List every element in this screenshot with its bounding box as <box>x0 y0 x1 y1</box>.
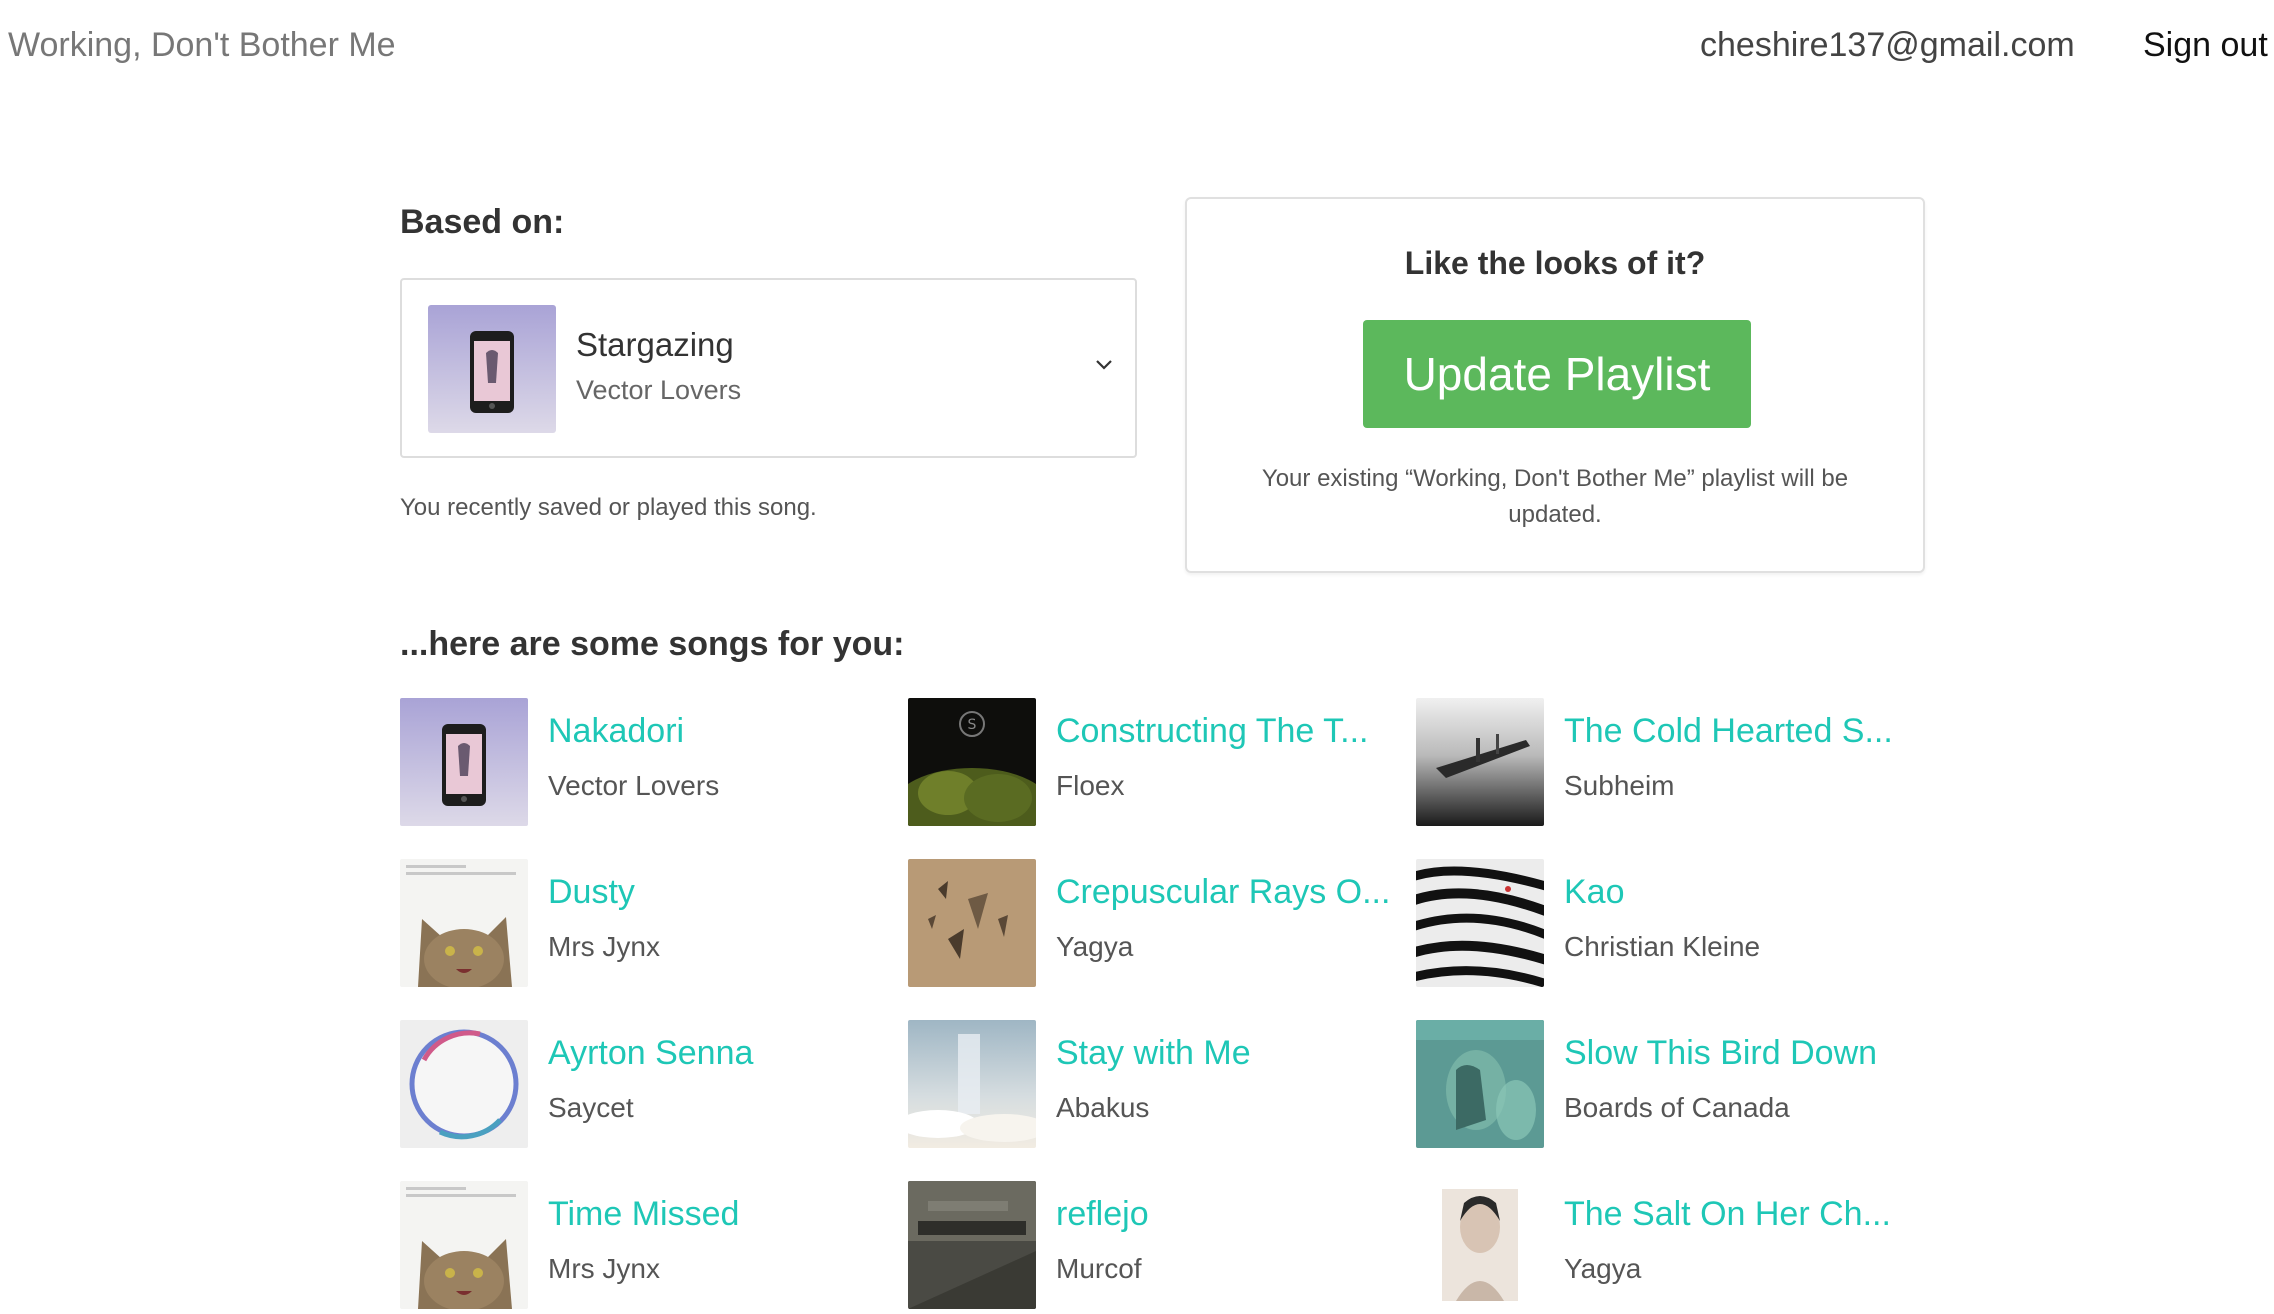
song-item[interactable]: reflejo Murcof <box>908 1181 1398 1311</box>
cat-album-art <box>400 1181 528 1309</box>
song-artist: Boards of Canada <box>1564 1092 1790 1123</box>
song-artist: Yagya <box>1564 1253 1642 1284</box>
pier-album-art <box>1416 698 1544 826</box>
song-artist: Floex <box>1056 770 1125 801</box>
song-title[interactable]: Nakadori <box>548 712 684 751</box>
song-artist: Vector Lovers <box>548 770 720 801</box>
seed-song-select[interactable]: Stargazing Vector Lovers <box>400 278 1137 458</box>
songs-section-label: ...here are some songs for you: <box>400 625 905 663</box>
song-item[interactable]: Stay with Me Abakus <box>908 1020 1398 1150</box>
clouds-album-art <box>908 1020 1036 1148</box>
seed-song-title: Stargazing <box>576 326 734 363</box>
song-artist: Murcof <box>1056 1253 1142 1284</box>
song-title[interactable]: Crepuscular Rays O... <box>1056 873 1390 912</box>
song-item[interactable]: S Constructing The T... Floex <box>908 698 1398 828</box>
song-artist: Mrs Jynx <box>548 931 660 962</box>
song-artist: Mrs Jynx <box>548 1253 660 1284</box>
user-email: cheshire137@gmail.com <box>1700 26 2075 64</box>
song-title[interactable]: Kao <box>1564 873 1625 912</box>
song-title[interactable]: The Salt On Her Ch... <box>1564 1195 1891 1234</box>
portrait-album-art <box>1416 1181 1544 1309</box>
song-item[interactable]: The Salt On Her Ch... Yagya <box>1416 1181 1906 1311</box>
song-artist: Subheim <box>1564 770 1675 801</box>
song-item[interactable]: Crepuscular Rays O... Yagya <box>908 859 1398 989</box>
song-title[interactable]: Ayrton Senna <box>548 1034 753 1073</box>
zebra-album-art <box>1416 859 1544 987</box>
seed-song-artist: Vector Lovers <box>576 375 742 405</box>
song-title[interactable]: Slow This Bird Down <box>1564 1034 1877 1073</box>
phone-album-art <box>400 698 528 826</box>
update-playlist-button[interactable]: Update Playlist <box>1363 320 1751 428</box>
song-item[interactable]: Ayrton Senna Saycet <box>400 1020 890 1150</box>
app-title[interactable]: Working, Don't Bother Me <box>8 26 396 65</box>
boc-album-art <box>1416 1020 1544 1148</box>
song-item[interactable]: Time Missed Mrs Jynx <box>400 1181 890 1311</box>
forest-album-art: S <box>908 698 1036 826</box>
phone-album-art <box>428 305 556 433</box>
piano-album-art <box>908 1181 1036 1309</box>
song-item[interactable]: Nakadori Vector Lovers <box>400 698 890 828</box>
based-on-label: Based on: <box>400 203 565 241</box>
chevron-down-icon[interactable] <box>1092 352 1116 376</box>
shards-album-art <box>908 859 1036 987</box>
song-artist: Abakus <box>1056 1092 1150 1123</box>
song-item[interactable]: The Cold Hearted S... Subheim <box>1416 698 1906 828</box>
card-heading: Like the looks of it? <box>1404 245 1706 281</box>
cat-album-art <box>400 859 528 987</box>
ring-album-art <box>400 1020 528 1148</box>
song-item[interactable]: Dusty Mrs Jynx <box>400 859 890 989</box>
song-artist: Christian Kleine <box>1564 931 1761 962</box>
song-title[interactable]: reflejo <box>1056 1195 1149 1234</box>
update-note: Your existing “Working, Don't Bother Me”… <box>1261 465 1849 528</box>
song-title[interactable]: Time Missed <box>548 1195 739 1234</box>
svg-text:S: S <box>968 717 977 733</box>
update-playlist-card: Like the looks of it? Update Playlist Yo… <box>1185 197 1925 573</box>
song-title[interactable]: Constructing The T... <box>1056 712 1368 751</box>
song-artist: Saycet <box>548 1092 634 1123</box>
song-artist: Yagya <box>1056 931 1134 962</box>
song-item[interactable]: Kao Christian Kleine <box>1416 859 1906 989</box>
song-item[interactable]: Slow This Bird Down Boards of Canada <box>1416 1020 1906 1150</box>
sign-out-link[interactable]: Sign out <box>2143 26 2268 65</box>
based-on-note: You recently saved or played this song. <box>400 494 817 521</box>
song-title[interactable]: Stay with Me <box>1056 1034 1251 1073</box>
page: Working, Don't Bother Me cheshire137@gma… <box>0 0 2274 1314</box>
song-title[interactable]: Dusty <box>548 873 635 912</box>
song-title[interactable]: The Cold Hearted S... <box>1564 712 1893 751</box>
